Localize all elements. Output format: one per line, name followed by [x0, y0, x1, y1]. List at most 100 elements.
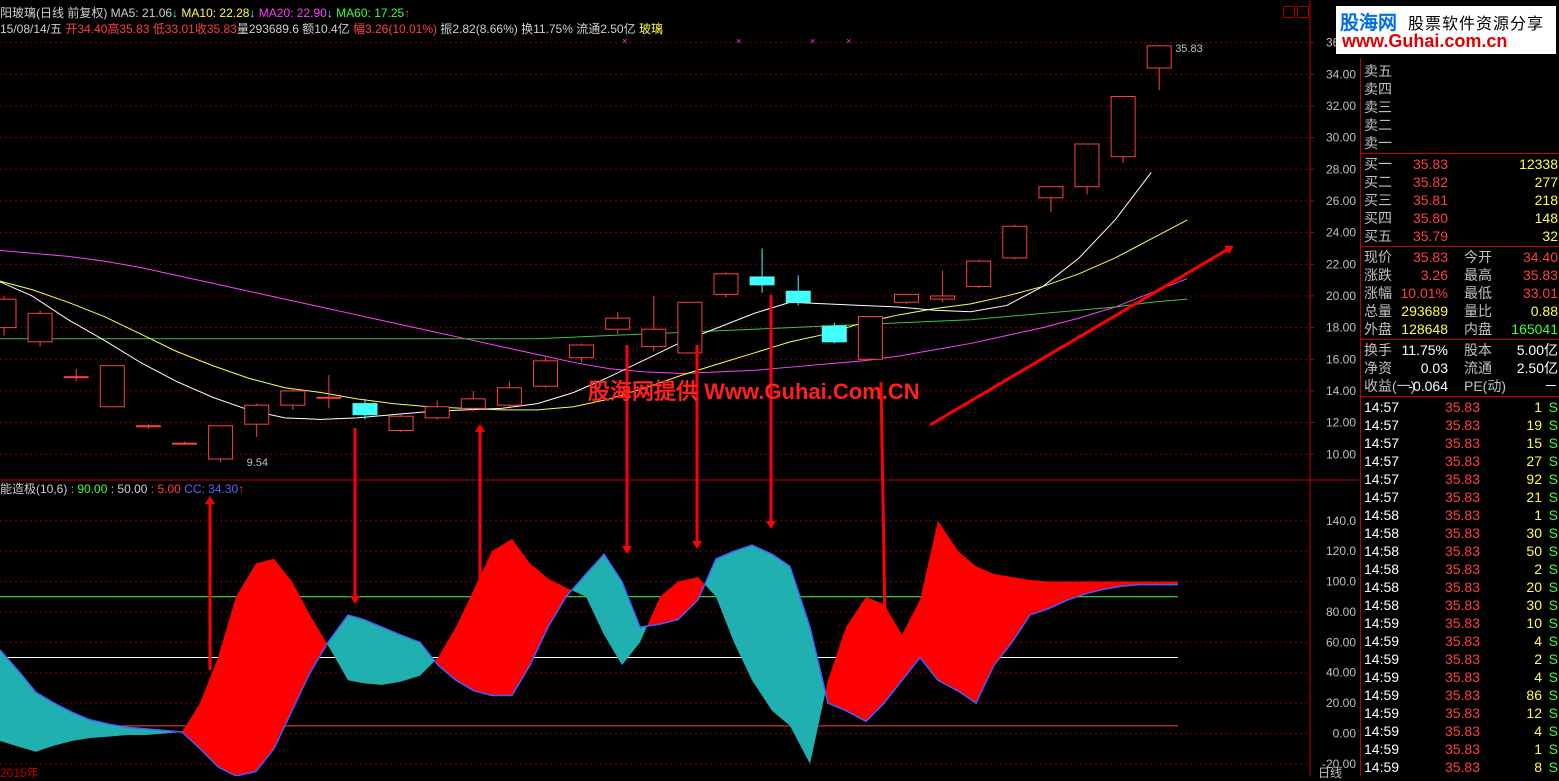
- stat-label: 换手: [1364, 342, 1392, 358]
- candle-body: [460, 398, 486, 409]
- tick-row: 14:59 35.83 4 S: [1361, 668, 1559, 686]
- tick-side: S: [1548, 417, 1558, 433]
- signal-marker-icon: ×: [622, 36, 627, 46]
- candle-body: [533, 360, 558, 387]
- bar-amount: 额10.4亿: [302, 22, 350, 36]
- ind-fill-band: [958, 551, 976, 704]
- tick-side: S: [1548, 687, 1558, 703]
- bar-sector: 玻璃: [638, 22, 663, 36]
- tick-volume: 92: [1526, 471, 1542, 487]
- bar-high: 高35.83: [107, 22, 150, 36]
- tick-row: 14:58 35.83 20 S: [1361, 578, 1559, 596]
- ind-fill-band: [364, 619, 382, 685]
- stat-value: 0.03: [1420, 360, 1448, 376]
- price-axis-label: 18.00: [1326, 321, 1356, 335]
- ind-axis-label: 0.00: [1333, 726, 1357, 740]
- sell-row: 卖五: [1361, 62, 1559, 80]
- tick-price: 35.83: [1444, 741, 1480, 757]
- ind-fill-band: [994, 573, 1012, 666]
- close-window-icon[interactable]: [1297, 6, 1309, 18]
- tick-volume: 21: [1526, 489, 1542, 505]
- tick-row: 14:59 35.83 8 S: [1361, 758, 1559, 776]
- tick-price: 35.83: [1444, 579, 1480, 595]
- tick-volume: 86: [1526, 687, 1542, 703]
- restore-window-icon[interactable]: [1283, 6, 1295, 18]
- buy-level-volume: 218: [1534, 192, 1558, 208]
- ind-fill-band: [716, 551, 734, 643]
- tick-row: 14:59 35.83 2 S: [1361, 650, 1559, 668]
- stat-label: 现价: [1364, 249, 1392, 265]
- ind-fill-band: [866, 596, 884, 722]
- tick-side: S: [1548, 435, 1558, 451]
- ind-fill-band: [348, 614, 364, 684]
- candle-body: [1038, 186, 1064, 199]
- ind-axis-label: 120.0: [1326, 544, 1356, 558]
- tick-price: 35.83: [1444, 705, 1480, 721]
- buy-row: 买四 35.80 148: [1361, 209, 1559, 227]
- tick-volume: 1: [1534, 507, 1542, 523]
- tick-time: 14:59: [1364, 615, 1400, 631]
- candle-body: [1110, 95, 1136, 158]
- stat-value: 35.83: [1412, 249, 1448, 265]
- stat-label: 涨跌: [1364, 267, 1392, 283]
- ind-fill-band: [622, 581, 640, 666]
- annotation-arrow-icon: [879, 381, 890, 624]
- candle-body: [244, 404, 270, 425]
- tick-row: 14:57 35.83 27 S: [1361, 452, 1559, 470]
- tick-row: 14:58 35.83 30 S: [1361, 524, 1559, 542]
- tick-time: 14:59: [1364, 759, 1400, 775]
- tick-side: S: [1548, 579, 1558, 595]
- candle-body: [316, 396, 342, 399]
- tick-price: 35.83: [1444, 669, 1480, 685]
- tick-side: S: [1548, 453, 1558, 469]
- buy-level-label: 买二: [1364, 174, 1392, 190]
- tick-volume: 30: [1526, 525, 1542, 541]
- candle-body: [857, 316, 883, 360]
- bar-turnover: 换11.75%: [521, 22, 573, 36]
- indicator-header[interactable]: 能造极(10,6) : 90.00 : 50.00 : 5.00 CC: 34.…: [0, 482, 244, 496]
- tick-volume: 4: [1534, 669, 1542, 685]
- tick-time: 14:58: [1364, 543, 1400, 559]
- tick-side: S: [1548, 561, 1558, 577]
- ind-fill-band: [54, 703, 72, 746]
- tick-time: 14:59: [1364, 633, 1400, 649]
- tick-volume: 2: [1534, 561, 1542, 577]
- tick-volume: 1: [1534, 741, 1542, 757]
- tick-side: S: [1548, 633, 1558, 649]
- tick-price: 35.83: [1444, 435, 1480, 451]
- chart-header-line1: 阳玻璃(日线 前复权) MA5: 21.06↓ MA10: 22.28↓ MA2…: [0, 6, 410, 20]
- tick-row: 14:59 35.83 86 S: [1361, 686, 1559, 704]
- stat-value: －: [1544, 378, 1558, 394]
- sell-level-label: 卖一: [1364, 135, 1392, 151]
- ind-fill-band: [938, 520, 958, 691]
- tick-side: S: [1548, 489, 1558, 505]
- tick-volume: 27: [1526, 453, 1542, 469]
- ma60-value: MA60: 17.25: [336, 6, 405, 20]
- buy-level-volume: 32: [1542, 228, 1558, 244]
- price-axis-label: 20.00: [1326, 289, 1356, 303]
- buy-row: 买五 35.79 32: [1361, 227, 1559, 245]
- stat-value: 33.01: [1522, 285, 1558, 301]
- ind-fill-band: [647, 596, 660, 627]
- chart-header-line2: 15/08/14/五 开34.40高35.83 低33.01收35.83量293…: [0, 22, 663, 36]
- period-tag[interactable]: 日线: [1318, 764, 1342, 781]
- ind-fill-band: [274, 558, 292, 749]
- watermark: 股海网提供 Www.Guhai.Com.CN: [588, 379, 920, 404]
- stat-value: 11.75%: [1401, 342, 1448, 358]
- price-axis-label: 30.00: [1326, 131, 1356, 145]
- tick-price: 35.83: [1444, 759, 1480, 775]
- ind-fill-band: [382, 627, 400, 685]
- ind-fill-band: [20, 672, 36, 752]
- ind-fill-band: [474, 551, 492, 696]
- tick-volume: 12: [1526, 705, 1542, 721]
- panel-separator: [1361, 246, 1559, 247]
- tick-price: 35.83: [1444, 633, 1480, 649]
- stat-value: 10.01%: [1400, 285, 1448, 301]
- ind-fill-band: [678, 576, 698, 620]
- stat-value: 5.00亿: [1516, 342, 1558, 358]
- tick-time: 14:59: [1364, 723, 1400, 739]
- signal-marker-icon: ×: [736, 36, 741, 46]
- bar-open: 开34.40: [65, 22, 108, 36]
- tick-row: 14:58 35.83 50 S: [1361, 542, 1559, 560]
- candle-body: [208, 425, 234, 460]
